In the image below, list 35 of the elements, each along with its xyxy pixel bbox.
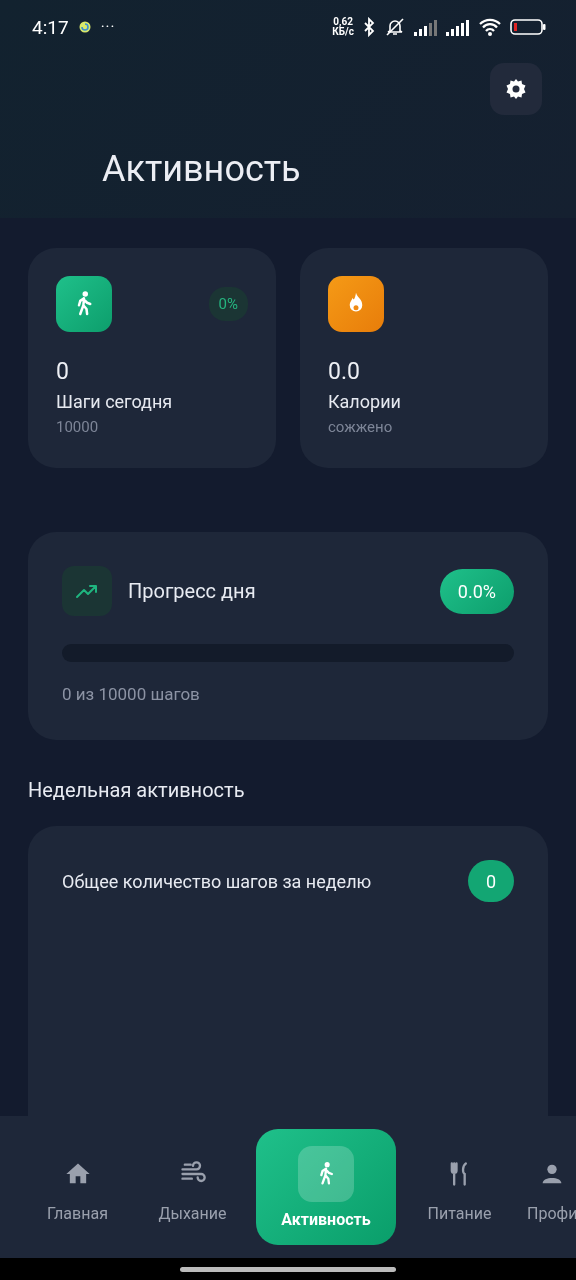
stat-caption: 10000 [56, 418, 100, 436]
page-title: Активность [102, 148, 301, 190]
stat-label: Калории [328, 391, 402, 412]
nav-tab[interactable]: Профи [517, 1137, 576, 1237]
count-badge: 0 [468, 860, 514, 902]
walking-person-icon [56, 276, 112, 332]
stat-caption: сожжено [328, 418, 394, 436]
weekly-title: Общее количество шагов за неделю [62, 870, 372, 892]
percent-badge: 0.0% [439, 568, 514, 614]
percent-badge: 0% [208, 287, 248, 321]
trend-icon [62, 566, 112, 616]
progress-title: Прогресс дня [128, 579, 257, 603]
wifi-icon [478, 18, 502, 36]
progress-caption: 0 из 10000 шагов [62, 684, 201, 704]
settings-button[interactable] [490, 63, 542, 115]
nav-tab[interactable]: Главная [20, 1137, 135, 1237]
flame-icon [328, 276, 384, 332]
status-time: 4:17 [32, 15, 69, 39]
stat-value: 0 [56, 358, 70, 385]
battery-icon [510, 19, 546, 35]
signal-icon [446, 18, 470, 36]
section-heading: Недельная активность [28, 778, 246, 802]
settings-icon [504, 77, 528, 101]
network-speed: 0,62 КБ/с [332, 17, 354, 37]
stat-value: 0.0 [328, 358, 361, 385]
app-notification-icon [78, 21, 91, 33]
stat-label: Шаги сегодня [56, 391, 174, 412]
nav-tab[interactable]: Питание [402, 1137, 517, 1237]
bluetooth-icon [362, 17, 376, 37]
nav-tab[interactable]: Дыхание [135, 1137, 250, 1237]
home-indicator[interactable] [180, 1266, 396, 1272]
nav-tab[interactable]: Активность [256, 1129, 396, 1245]
muted-bell-icon [384, 17, 406, 37]
signal-icon [414, 18, 438, 36]
more-notifications: ··· [100, 18, 116, 36]
